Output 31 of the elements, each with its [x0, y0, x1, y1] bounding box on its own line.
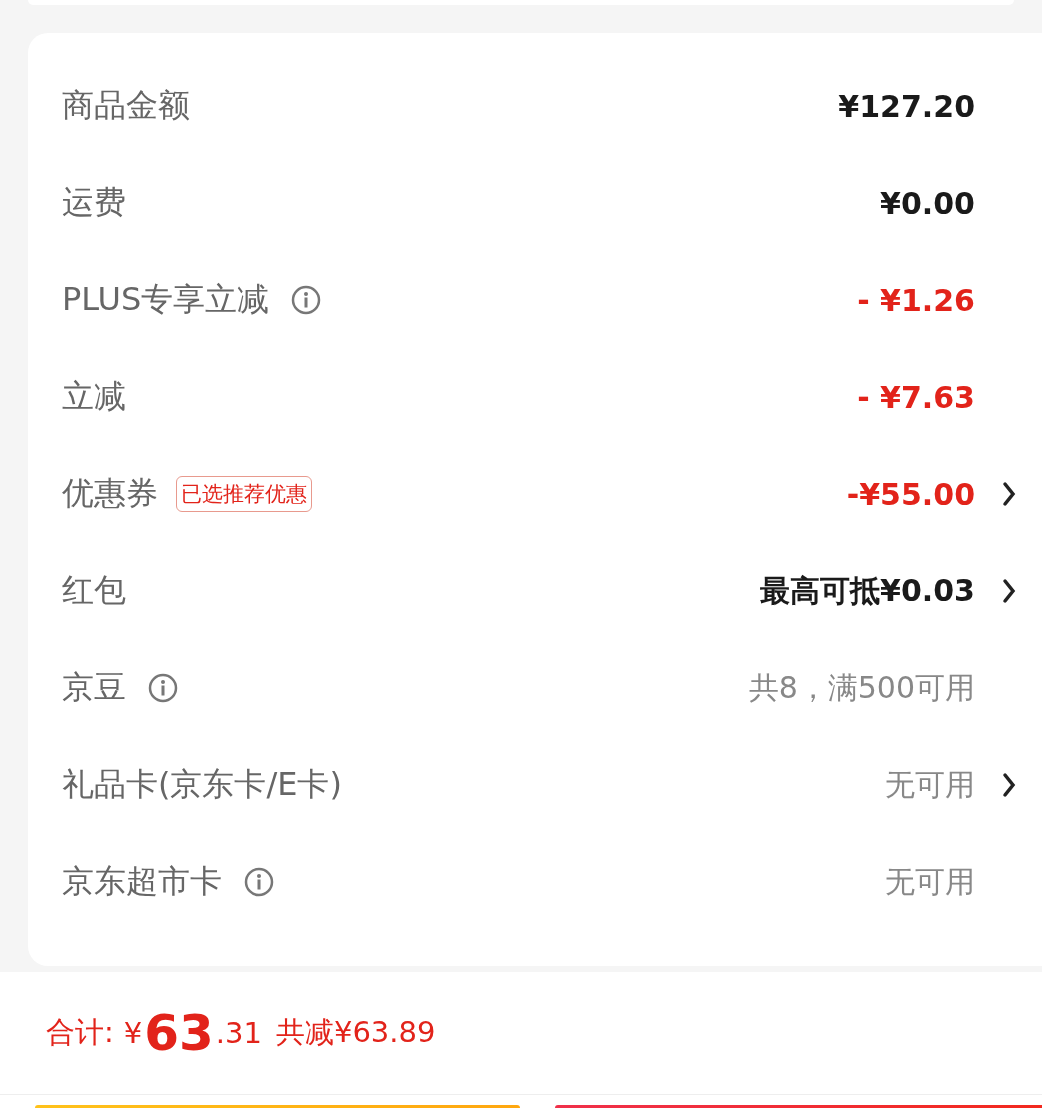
saved-amount: 共减¥63.89: [275, 1014, 436, 1051]
row-label: 优惠券: [62, 473, 158, 514]
row-value: 共8，满500可用: [748, 668, 975, 707]
row-value[interactable]: 最高可抵¥0.03: [760, 570, 975, 612]
info-icon[interactable]: [148, 673, 178, 703]
row-label: 京豆: [62, 667, 126, 708]
row-label: 京东超市卡: [62, 861, 222, 902]
row-label: PLUS专享立减: [62, 279, 270, 320]
row-label: 运费: [62, 182, 126, 223]
total-label: 合计:: [46, 1014, 114, 1051]
info-icon[interactable]: [244, 867, 274, 897]
row-value: - ¥1.26: [857, 282, 975, 318]
chevron-icon[interactable]: [1001, 772, 1016, 798]
coupon-tag: 已选推荐优惠: [176, 476, 312, 512]
chevron-icon[interactable]: [1001, 481, 1016, 507]
total-decimal: .31: [215, 1016, 262, 1050]
info-icon[interactable]: [291, 285, 322, 315]
row-value[interactable]: -¥55.00: [846, 476, 975, 512]
row-label: 商品金额: [62, 85, 190, 126]
row-label: 红包: [62, 570, 126, 611]
total-integer: 63: [144, 1004, 214, 1062]
row-value: ¥0.00: [880, 185, 975, 221]
row-value[interactable]: 无可用: [885, 764, 975, 806]
row-value: 无可用: [885, 862, 975, 901]
chevron-icon[interactable]: [1001, 578, 1016, 604]
checkout-button[interactable]: [555, 1105, 1042, 1108]
row-label: 礼品卡(京东卡/E卡): [62, 764, 342, 805]
row-label: 立减: [62, 376, 126, 417]
row-value: - ¥7.63: [857, 379, 975, 415]
total-currency: ¥: [123, 1016, 143, 1050]
row-value: ¥127.20: [838, 88, 975, 124]
